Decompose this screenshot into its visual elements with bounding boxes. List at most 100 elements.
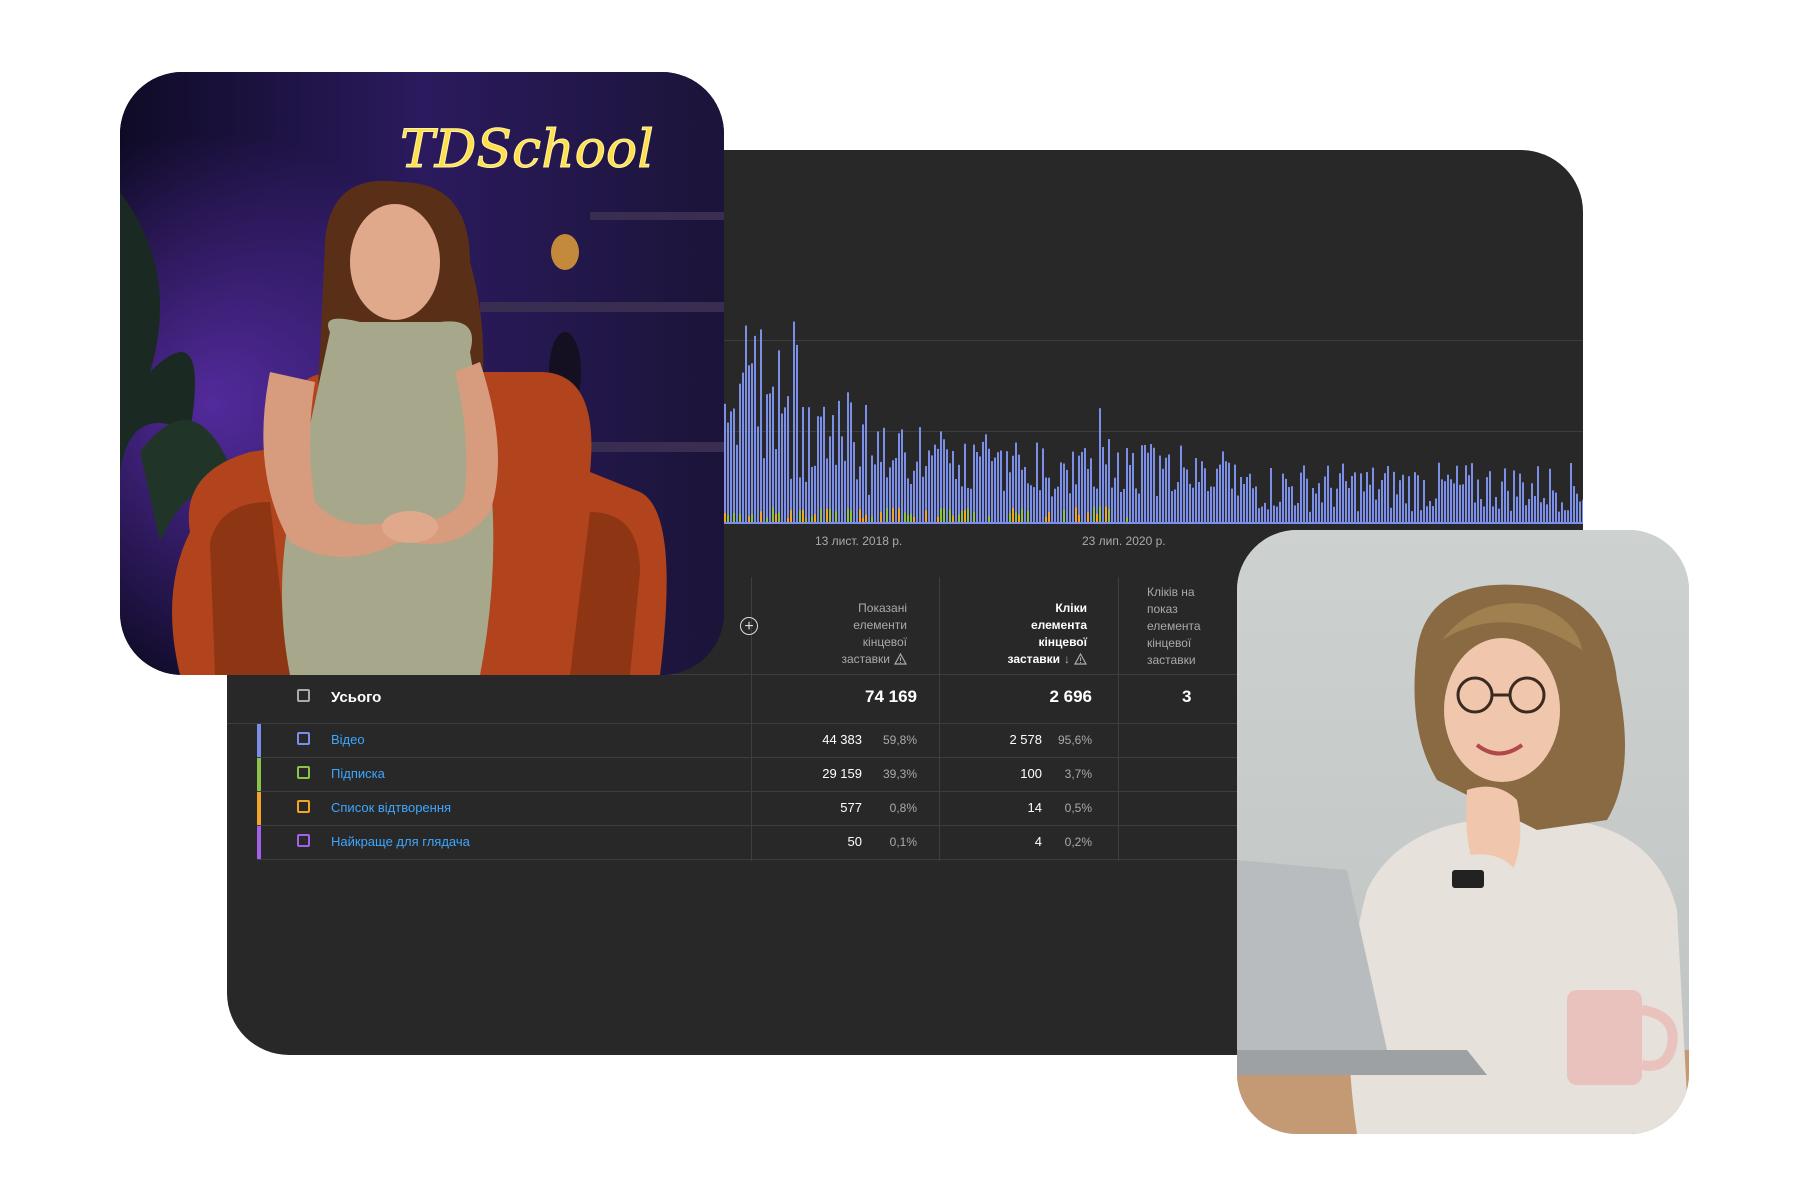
row-checkbox[interactable] <box>297 834 310 847</box>
chart-bar <box>1069 493 1071 522</box>
chart-bar <box>1321 502 1323 522</box>
chart-bar <box>1378 489 1380 522</box>
chart-bar <box>1165 457 1167 522</box>
chart-bar <box>1492 506 1494 522</box>
chart-bar <box>1450 479 1452 522</box>
row-label[interactable]: Найкраще для глядача <box>331 834 470 849</box>
chart-bar <box>1294 505 1296 522</box>
chart-bar <box>1201 461 1203 522</box>
chart-bar <box>1024 466 1026 522</box>
chart-bar <box>1531 483 1533 522</box>
row-shown-pct: 59,8% <box>882 733 917 747</box>
chart-bar <box>733 408 735 522</box>
chart-bar-segment <box>814 514 816 522</box>
chart-bar <box>1015 442 1017 522</box>
chart-bar <box>1567 510 1569 522</box>
row-label[interactable]: Підписка <box>331 766 385 781</box>
chart-bar <box>1039 490 1041 522</box>
chart-bar <box>1465 465 1467 522</box>
chart-bar-segment <box>748 516 750 522</box>
chart-bar <box>1006 451 1008 522</box>
chart-bar <box>1195 458 1197 522</box>
chart-bar-segment <box>727 514 729 522</box>
chart-bar-segment <box>898 508 900 522</box>
studio-photo: TDSchool <box>120 72 724 675</box>
chart-bar <box>1513 470 1515 522</box>
column-header-clicks[interactable]: Кліки елемента кінцевої заставки ↓ <box>957 600 1088 668</box>
chart-bar <box>901 429 903 522</box>
total-checkbox[interactable] <box>297 689 310 702</box>
chart-bar <box>1573 486 1575 522</box>
chart-bar <box>1177 482 1179 522</box>
chart-bar <box>1570 462 1572 522</box>
chart-bar <box>1066 469 1068 522</box>
row-checkbox[interactable] <box>297 800 310 813</box>
chart-bar-segment <box>967 508 969 522</box>
chart-bar <box>1369 484 1371 522</box>
chart-bar <box>1090 458 1092 522</box>
chart-bar <box>1417 475 1419 522</box>
date-label-1: 13 лист. 2018 р. <box>815 534 903 548</box>
chart-bar-segment <box>760 511 762 522</box>
chart-bar-segment <box>892 508 894 522</box>
row-clicks-pct: 0,2% <box>1064 835 1092 849</box>
chart-bar <box>889 467 891 522</box>
chart-bar <box>1162 468 1164 522</box>
chart-bar <box>1501 481 1503 522</box>
row-label[interactable]: Відео <box>331 732 365 747</box>
chart-bar-segment <box>1096 513 1098 522</box>
chart-bar <box>1180 445 1182 522</box>
chart-bar <box>1030 485 1032 522</box>
chart-bar-segment <box>1075 507 1077 522</box>
chart-bar <box>1414 472 1416 522</box>
chart-bar <box>844 460 846 522</box>
row-checkbox[interactable] <box>297 732 310 745</box>
chart-bar <box>868 494 870 522</box>
chart-bar-segment <box>835 511 837 522</box>
chart-bar <box>1255 486 1257 522</box>
chart-bar <box>1150 444 1152 522</box>
chart-bar <box>1246 477 1248 522</box>
chart-bar <box>1153 447 1155 522</box>
row-label[interactable]: Список відтворення <box>331 800 451 815</box>
chart-bar-segment <box>949 509 951 522</box>
chart-bar <box>1057 486 1059 522</box>
warning-icon <box>1073 652 1088 665</box>
chart-bar <box>1219 464 1221 522</box>
chart-bar <box>1054 488 1056 522</box>
chart-bar <box>1264 502 1266 522</box>
chart-bar <box>838 400 840 522</box>
chart-bar <box>1210 486 1212 522</box>
chart-bar <box>862 424 864 522</box>
chart-bar <box>1018 454 1020 522</box>
chart-bar <box>757 426 759 522</box>
chart-bar <box>1123 488 1125 522</box>
chart-bar <box>994 457 996 522</box>
chart-bar <box>1480 499 1482 522</box>
chart-bar <box>1072 451 1074 522</box>
chart-bar <box>1042 448 1044 522</box>
add-column-button[interactable]: + <box>740 617 758 635</box>
chart-bar-segment <box>937 516 939 522</box>
chart-bar <box>982 441 984 522</box>
chart-bar <box>1045 477 1047 522</box>
chart-bar <box>1396 494 1398 522</box>
chart-bar-segment <box>988 516 990 522</box>
chart-bar <box>1186 469 1188 522</box>
chart-bar <box>754 335 756 522</box>
chart-bar <box>1543 497 1545 522</box>
chart-bar <box>1429 500 1431 522</box>
column-header-shown[interactable]: Показані елементи кінцевої заставки <box>787 600 908 668</box>
chart-bar <box>1183 467 1185 522</box>
chart-bar <box>1444 481 1446 522</box>
row-checkbox[interactable] <box>297 766 310 779</box>
total-label: Усього <box>331 689 382 706</box>
chart-bar <box>1489 471 1491 522</box>
chart-bar <box>1306 478 1308 522</box>
chart-bar <box>937 448 939 522</box>
chart-bar <box>1276 506 1278 522</box>
chart-bar <box>1516 496 1518 522</box>
chart-bar <box>814 465 816 522</box>
chart-bar-segment <box>775 513 777 522</box>
chart-bar <box>1561 502 1563 522</box>
